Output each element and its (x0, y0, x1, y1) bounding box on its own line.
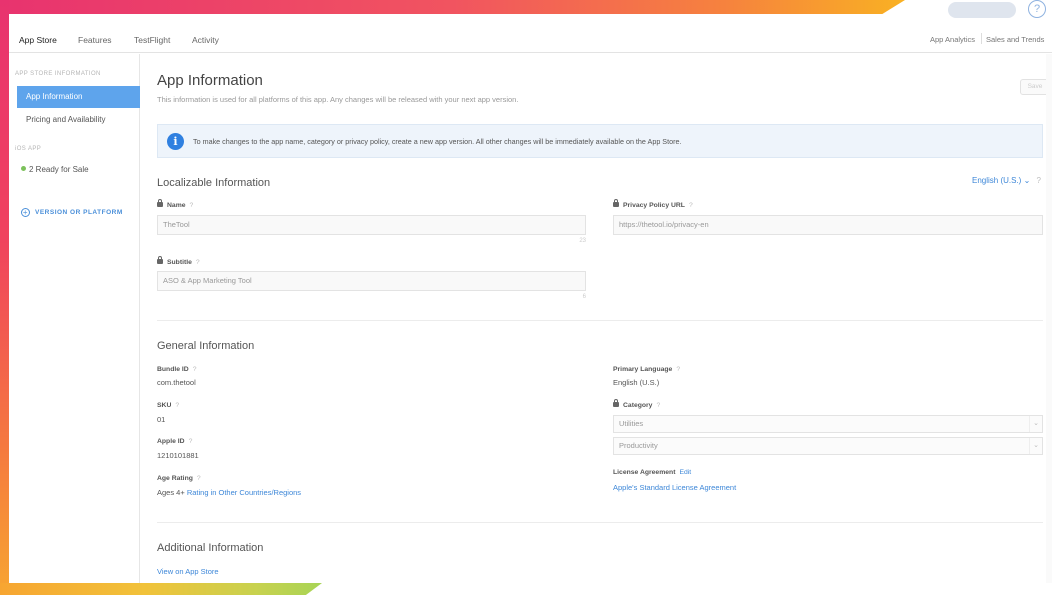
help-question-icon[interactable]: ? (676, 366, 680, 373)
scrollbar[interactable] (1046, 54, 1052, 583)
apple-id-label-text: Apple ID (157, 438, 185, 445)
sidebar-item-pricing[interactable]: Pricing and Availability (17, 109, 140, 131)
tab-app-store[interactable]: App Store (19, 35, 57, 45)
bundle-id-label-text: Bundle ID (157, 366, 189, 373)
help-question-icon[interactable]: ? (197, 475, 201, 482)
lock-icon (613, 399, 619, 407)
sidebar-item-ready-for-sale[interactable]: 2 Ready for Sale (21, 165, 89, 174)
privacy-url-field-label: Privacy Policy URL? (613, 199, 693, 209)
page-subtitle: This information is used for all platfor… (157, 95, 519, 104)
sidebar-section-app-store-info: APP STORE INFORMATION (15, 71, 101, 77)
privacy-url-field[interactable]: https://thetool.io/privacy-en (613, 215, 1043, 235)
help-question-icon[interactable]: ? (656, 402, 660, 409)
status-dot-icon (21, 166, 26, 171)
tab-features[interactable]: Features (78, 35, 112, 45)
page-title: App Information (157, 72, 263, 89)
license-label-text: License Agreement (613, 469, 676, 476)
sidebar: APP STORE INFORMATION App Information Pr… (9, 54, 140, 583)
help-question-icon[interactable]: ? (189, 438, 193, 445)
top-navigation: App Store Features TestFlight Activity A… (9, 27, 1052, 53)
view-on-app-store-link[interactable]: View on App Store (157, 567, 219, 576)
language-selector[interactable]: English (U.S.) ⌄ ? (972, 176, 1041, 185)
lock-icon (157, 256, 163, 264)
help-question-icon[interactable]: ? (190, 202, 194, 209)
localizable-section-title: Localizable Information (157, 177, 271, 189)
info-banner: i To make changes to the app name, categ… (157, 124, 1043, 158)
primary-language-label-text: Primary Language (613, 366, 673, 373)
name-field-label: Name? (157, 199, 194, 209)
help-question-icon[interactable]: ? (689, 202, 693, 209)
age-rating-label-text: Age Rating (157, 475, 193, 482)
lock-icon (157, 199, 163, 207)
sku-label-text: SKU (157, 402, 172, 409)
help-question-icon[interactable]: ? (1037, 176, 1041, 185)
section-divider (157, 320, 1043, 321)
help-icon[interactable]: ? (1028, 0, 1046, 18)
secondary-category-value: Productivity (619, 441, 658, 450)
rating-other-countries-link[interactable]: Rating in Other Countries/Regions (187, 488, 301, 497)
license-agreement-label: License Agreement Edit (613, 469, 691, 476)
add-version-or-platform-button[interactable]: + VERSION OR PLATFORM (21, 208, 123, 217)
lock-icon (613, 199, 619, 207)
subtitle-char-counter: 6 (582, 294, 586, 300)
category-label-text: Category (623, 402, 653, 409)
add-version-label: VERSION OR PLATFORM (35, 209, 123, 216)
primary-language-label: Primary Language? (613, 366, 680, 373)
sku-label: SKU? (157, 402, 179, 409)
ready-label: 2 Ready for Sale (29, 165, 89, 174)
bundle-id-label: Bundle ID? (157, 366, 197, 373)
primary-category-select[interactable]: Utilities ⌄ (613, 415, 1043, 433)
sidebar-section-ios-app: iOS APP (15, 146, 42, 152)
age-rating-label: Age Rating? (157, 475, 201, 482)
info-banner-text: To make changes to the app name, categor… (193, 137, 682, 146)
chevron-down-icon: ⌄ (1029, 438, 1042, 454)
name-label-text: Name (167, 202, 186, 209)
subtitle-field[interactable]: ASO & App Marketing Tool (157, 271, 586, 291)
license-edit-link[interactable]: Edit (679, 469, 691, 476)
gradient-frame-bottom (0, 583, 322, 595)
gradient-frame-left (0, 0, 9, 595)
nav-divider (981, 33, 982, 44)
age-rating-text: Ages 4+ (157, 488, 185, 497)
additional-section-title: Additional Information (157, 542, 264, 554)
gradient-frame-top (0, 0, 905, 14)
apple-id-label: Apple ID? (157, 438, 192, 445)
subtitle-field-label: Subtitle? (157, 256, 200, 266)
plus-circle-icon: + (21, 208, 30, 217)
help-question-icon[interactable]: ? (193, 366, 197, 373)
bundle-id-value: com.thetool (157, 378, 196, 387)
sku-value: 01 (157, 415, 166, 424)
primary-category-value: Utilities (619, 419, 644, 428)
age-rating-value: Ages 4+ Rating in Other Countries/Region… (157, 488, 301, 497)
help-question-icon[interactable]: ? (175, 402, 179, 409)
general-section-title: General Information (157, 340, 255, 352)
name-char-counter: 23 (579, 238, 586, 244)
sidebar-item-app-information[interactable]: App Information (17, 86, 140, 108)
app-analytics-link[interactable]: App Analytics (930, 35, 975, 44)
standard-license-link[interactable]: Apple's Standard License Agreement (613, 483, 736, 492)
name-field[interactable]: TheTool (157, 215, 586, 235)
help-question-icon[interactable]: ? (196, 259, 200, 266)
account-pill[interactable] (948, 2, 1016, 18)
chevron-down-icon: ⌄ (1023, 176, 1031, 185)
tab-activity[interactable]: Activity (192, 35, 219, 45)
subtitle-label-text: Subtitle (167, 259, 192, 266)
chevron-down-icon: ⌄ (1029, 416, 1042, 432)
secondary-category-select[interactable]: Productivity ⌄ (613, 437, 1043, 455)
info-icon: i (167, 133, 184, 150)
sales-and-trends-link[interactable]: Sales and Trends (986, 35, 1044, 44)
privacy-label-text: Privacy Policy URL (623, 202, 685, 209)
section-divider (157, 522, 1043, 523)
tab-testflight[interactable]: TestFlight (134, 35, 170, 45)
primary-language-value: English (U.S.) (613, 378, 660, 387)
language-label: English (U.S.) (972, 176, 1022, 185)
category-label: Category? (613, 399, 660, 409)
apple-id-value: 1210101881 (157, 451, 199, 460)
